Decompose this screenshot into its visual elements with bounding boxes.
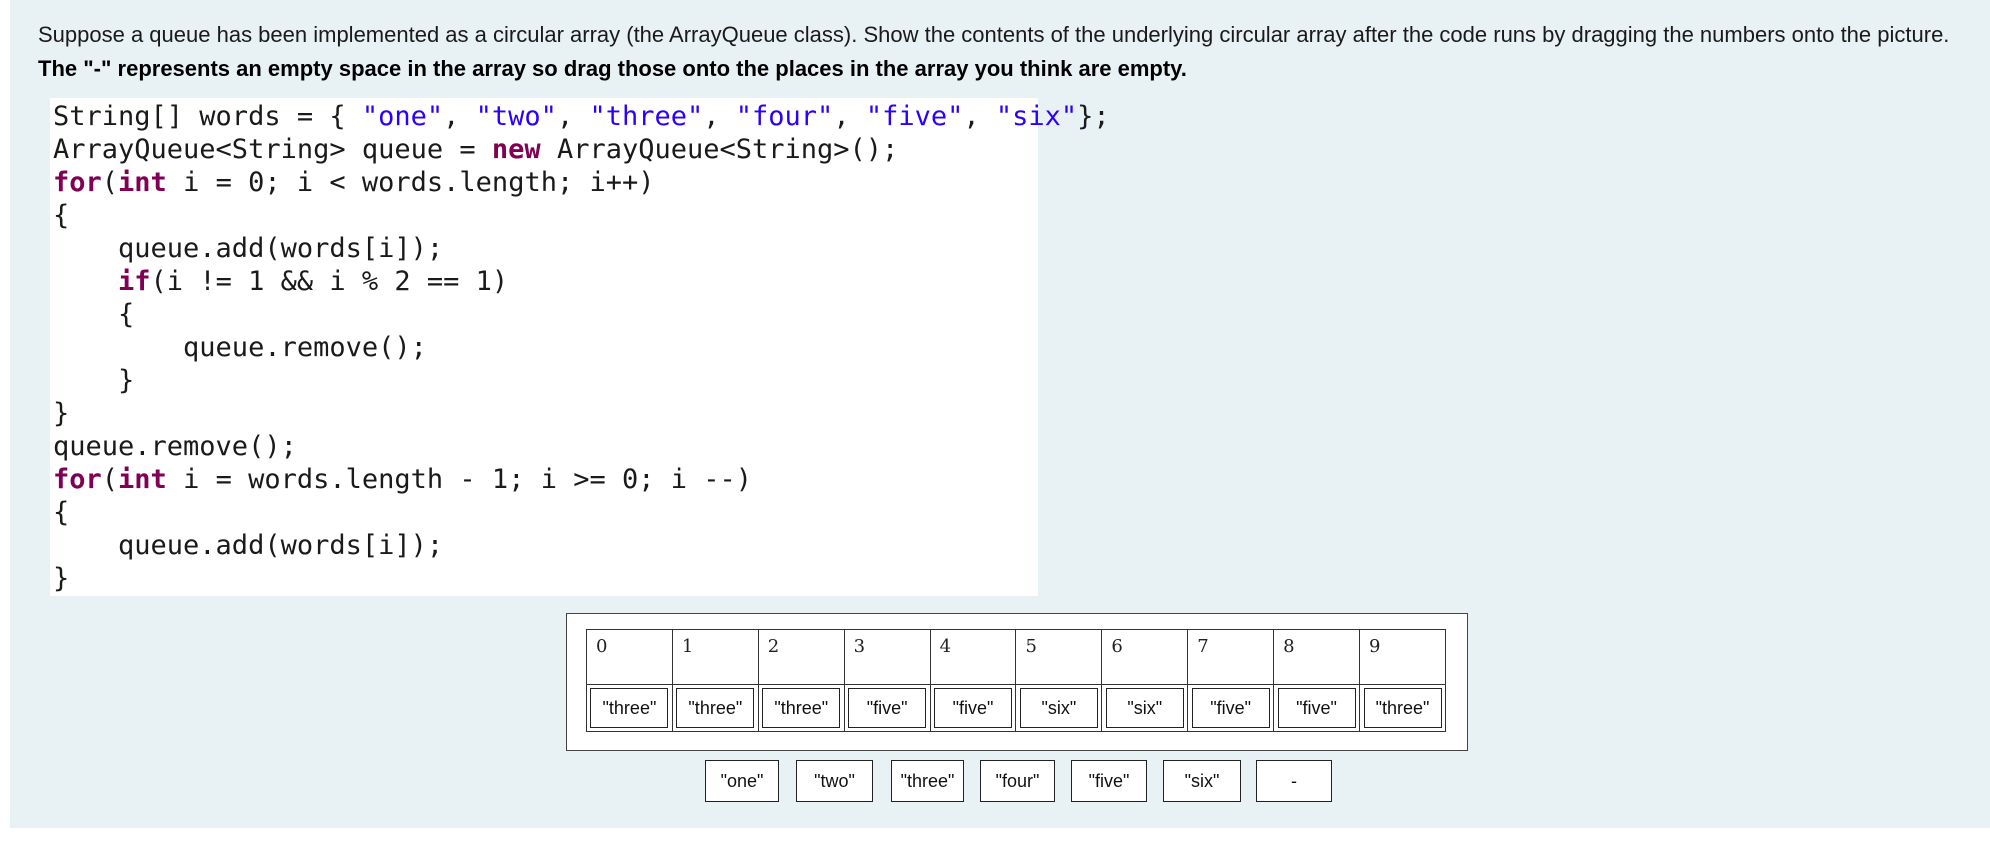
placed-tile[interactable]: "five" bbox=[1191, 688, 1270, 728]
array-slot[interactable]: "five" bbox=[843, 684, 931, 732]
placed-tile[interactable]: "three" bbox=[762, 688, 841, 728]
array-slot[interactable]: "five" bbox=[1187, 684, 1275, 732]
index-cell: 8 bbox=[1273, 629, 1361, 685]
index-cell: 2 bbox=[757, 629, 845, 685]
array-slot[interactable]: "three" bbox=[1359, 684, 1446, 732]
prompt-text: Suppose a queue has been implemented as … bbox=[38, 22, 1950, 47]
index-cell: 4 bbox=[929, 629, 1017, 685]
draggable-tile-empty[interactable]: - bbox=[1256, 760, 1332, 802]
code-line-5: queue.add(words[i]); bbox=[53, 233, 444, 264]
placed-tile[interactable]: "five" bbox=[848, 688, 927, 728]
index-cell: 5 bbox=[1015, 629, 1103, 685]
prompt-bold-text: The "-" represents an empty space in the… bbox=[38, 56, 1187, 81]
draggable-tile-five[interactable]: "five" bbox=[1071, 760, 1147, 802]
code-line-1: String[] words = { "one", "two", "three"… bbox=[53, 101, 1110, 132]
placed-tile[interactable]: "five" bbox=[934, 688, 1012, 728]
array-slot[interactable]: "three" bbox=[586, 684, 673, 732]
array-slot[interactable]: "six" bbox=[1101, 684, 1189, 732]
index-cell: 3 bbox=[843, 629, 931, 685]
circular-array-table: 0 1 2 3 4 5 6 7 8 9 "three" "three" "thr… bbox=[586, 629, 1446, 732]
code-line-12: for(int i = words.length - 1; i >= 0; i … bbox=[53, 464, 753, 495]
code-line-14: queue.add(words[i]); bbox=[53, 530, 444, 561]
code-line-6: if(i != 1 && i % 2 == 1) bbox=[118, 266, 509, 297]
question-prompt: Suppose a queue has been implemented as … bbox=[38, 18, 1978, 86]
index-cell: 0 bbox=[586, 629, 673, 685]
code-line-10: } bbox=[53, 398, 70, 429]
draggable-tile-six[interactable]: "six" bbox=[1163, 760, 1241, 802]
placed-tile[interactable]: "six" bbox=[1105, 688, 1184, 728]
code-line-4: { bbox=[53, 200, 70, 231]
array-slot[interactable]: "six" bbox=[1015, 684, 1103, 732]
array-slot[interactable]: "five" bbox=[929, 684, 1017, 732]
placed-tile[interactable]: "three" bbox=[676, 688, 755, 728]
code-line-9: } bbox=[53, 365, 135, 396]
draggable-tile-one[interactable]: "one" bbox=[705, 760, 779, 802]
index-cell: 1 bbox=[671, 629, 759, 685]
value-row: "three" "three" "three" "five" "five" "s… bbox=[586, 684, 1446, 732]
index-cell: 9 bbox=[1359, 629, 1446, 685]
code-line-3: for(int i = 0; i < words.length; i++) bbox=[53, 167, 655, 198]
array-drop-area: 0 1 2 3 4 5 6 7 8 9 "three" "three" "thr… bbox=[566, 613, 1468, 751]
code-line-13: { bbox=[53, 497, 70, 528]
code-line-8: queue.remove(); bbox=[53, 332, 427, 363]
placed-tile[interactable]: "five" bbox=[1277, 688, 1356, 728]
draggable-tile-four[interactable]: "four" bbox=[980, 760, 1055, 802]
code-block: String[] words = { "one", "two", "three"… bbox=[50, 98, 1110, 596]
index-cell: 6 bbox=[1101, 629, 1189, 685]
array-slot[interactable]: "three" bbox=[671, 684, 759, 732]
array-slot[interactable]: "five" bbox=[1273, 684, 1361, 732]
code-line-2: ArrayQueue<String> queue = new ArrayQueu… bbox=[53, 134, 899, 165]
draggable-tile-two[interactable]: "two" bbox=[796, 760, 873, 802]
code-line-11: queue.remove(); bbox=[53, 431, 297, 462]
placed-tile[interactable]: "three" bbox=[590, 688, 669, 728]
draggable-tile-three[interactable]: "three" bbox=[891, 760, 964, 802]
placed-tile[interactable]: "six" bbox=[1019, 688, 1098, 728]
code-line-7: { bbox=[53, 299, 135, 330]
index-cell: 7 bbox=[1187, 629, 1275, 685]
array-slot[interactable]: "three" bbox=[757, 684, 845, 732]
placed-tile[interactable]: "three" bbox=[1363, 688, 1442, 728]
index-row: 0 1 2 3 4 5 6 7 8 9 bbox=[586, 629, 1446, 685]
code-line-15: } bbox=[53, 563, 70, 594]
